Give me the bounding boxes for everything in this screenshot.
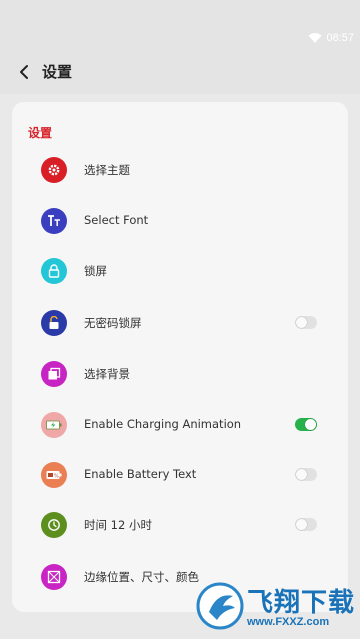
frame-icon <box>41 564 67 590</box>
setting-row-no-password-lock[interactable]: 无密码锁屏 <box>12 298 348 348</box>
watermark-logo-icon <box>196 582 244 630</box>
page-title: 设置 <box>42 63 73 81</box>
setting-row-background[interactable]: 选择背景 <box>12 349 348 399</box>
battery-text-icon: % <box>41 462 67 488</box>
setting-row-theme[interactable]: 选择主题 <box>12 145 348 195</box>
setting-label: Select Font <box>84 213 149 227</box>
12-hour-time-toggle[interactable] <box>295 518 317 531</box>
gear-icon <box>41 157 67 183</box>
setting-row-charging-animation[interactable]: Enable Charging Animation <box>12 400 348 450</box>
setting-label: 选择主题 <box>84 163 130 177</box>
setting-row-lockscreen[interactable]: 锁屏 <box>12 246 348 296</box>
chevron-left-icon <box>20 65 28 79</box>
setting-label: 选择背景 <box>84 367 130 381</box>
clock-icon <box>41 512 67 538</box>
back-button[interactable] <box>10 58 38 86</box>
setting-label: 边缘位置、尺寸、颜色 <box>84 570 199 584</box>
battery-text-toggle[interactable] <box>295 468 317 481</box>
setting-label: Enable Battery Text <box>84 467 197 481</box>
setting-row-12-hour-time[interactable]: 时间 12 小时 <box>12 500 348 550</box>
setting-label: 无密码锁屏 <box>84 316 142 330</box>
app-bar: 设置 <box>0 50 360 94</box>
font-icon <box>41 208 67 234</box>
setting-label: 时间 12 小时 <box>84 518 152 532</box>
watermark-text: 飞翔下载 <box>247 588 356 618</box>
status-time: 08:57 <box>326 32 354 44</box>
watermark: 飞翔下载 www.FXXZ.com <box>195 578 355 636</box>
no-password-lock-toggle[interactable] <box>295 316 317 329</box>
unlock-icon <box>41 310 67 336</box>
charging-animation-toggle[interactable] <box>295 418 317 431</box>
status-bar: 08:57 <box>0 0 360 50</box>
setting-row-battery-text[interactable]: % Enable Battery Text <box>12 450 348 500</box>
toggle-knob <box>296 469 307 480</box>
toggle-knob <box>296 317 307 328</box>
setting-label: Enable Charging Animation <box>84 417 242 431</box>
layers-icon <box>41 361 67 387</box>
wifi-icon <box>308 33 322 43</box>
lock-icon <box>41 258 67 284</box>
battery-charging-icon <box>41 412 67 438</box>
setting-row-font[interactable]: Select Font <box>12 196 348 246</box>
watermark-url: www.FXXZ.com <box>247 616 330 628</box>
svg-text:%: % <box>54 474 59 480</box>
toggle-knob <box>296 519 307 530</box>
toggle-knob <box>305 419 316 430</box>
setting-label: 锁屏 <box>84 264 107 278</box>
section-title: 设置 <box>28 126 53 140</box>
